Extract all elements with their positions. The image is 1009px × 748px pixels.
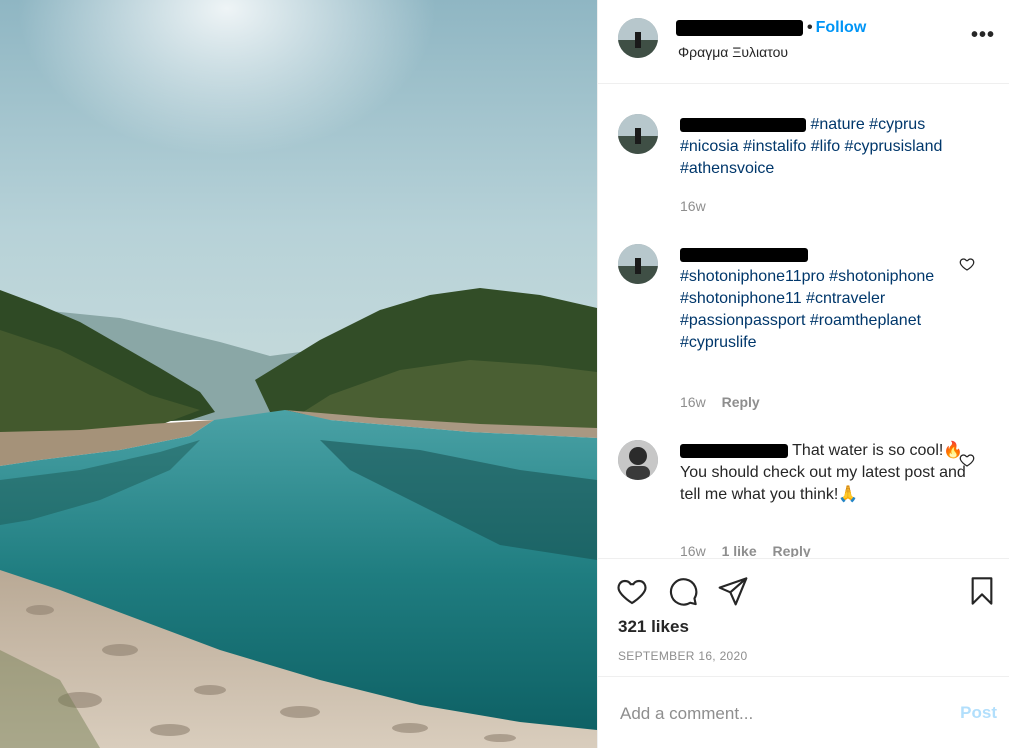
avatar-image	[618, 18, 658, 58]
avatar-image	[618, 244, 658, 284]
like-comment-heart-icon[interactable]	[959, 452, 975, 468]
redacted-username[interactable]	[680, 443, 788, 458]
redacted-username[interactable]	[676, 19, 803, 36]
save-bookmark-icon[interactable]	[966, 575, 998, 607]
comment-time[interactable]: 16w	[680, 394, 706, 410]
avatar-image	[618, 440, 658, 480]
commenter-avatar[interactable]	[618, 440, 658, 480]
avatar-image	[618, 114, 658, 154]
redacted-username[interactable]	[680, 247, 808, 262]
post-location[interactable]: Φραγμα Ξυλιατου	[678, 44, 788, 60]
lake-landscape-image	[0, 0, 597, 748]
commenter-avatar[interactable]	[618, 244, 658, 284]
like-comment-heart-icon[interactable]	[959, 256, 975, 272]
more-options-icon[interactable]: •••	[971, 24, 995, 47]
follow-button[interactable]: Follow	[816, 19, 867, 36]
author-avatar[interactable]	[618, 114, 658, 154]
post-photo[interactable]	[0, 0, 597, 748]
comment-meta: 16w 1 like Reply	[680, 543, 811, 557]
comment-time[interactable]: 16w	[680, 543, 706, 557]
post-comment-button[interactable]: Post	[960, 703, 997, 723]
likes-count[interactable]: 321 likes	[618, 617, 689, 637]
comment-meta: 16w Reply	[680, 394, 760, 410]
post-side-panel: • Follow Φραγμα Ξυλιατου ••• #nature #cyp…	[597, 0, 1009, 748]
share-paper-plane-icon[interactable]	[717, 575, 749, 607]
comments-list[interactable]: #nature #cyprus #nicosia #instalifo #lif…	[598, 85, 1009, 557]
redacted-username[interactable]	[680, 117, 806, 132]
post-header: • Follow Φραγμα Ξυλιατου •••	[598, 0, 1009, 84]
comment-time[interactable]: 16w	[680, 198, 706, 214]
reply-button[interactable]: Reply	[773, 543, 811, 557]
author-avatar[interactable]	[618, 18, 658, 58]
author-row: • Follow	[676, 18, 866, 38]
comment-composer: Post	[598, 676, 1009, 748]
comment-text: #shotoniphone11pro #shotoniphone #shoton…	[680, 244, 970, 354]
comment-bubble-icon[interactable]	[667, 575, 699, 607]
post-date[interactable]: SEPTEMBER 16, 2020	[618, 649, 747, 663]
comment-hashtags[interactable]: #shotoniphone11pro #shotoniphone #shoton…	[680, 268, 934, 351]
caption-meta: 16w	[680, 198, 706, 214]
comment-likes[interactable]: 1 like	[722, 543, 757, 557]
separator-dot: •	[807, 19, 813, 36]
reply-button[interactable]: Reply	[722, 394, 760, 410]
add-comment-input[interactable]	[618, 697, 942, 731]
caption-text: #nature #cyprus #nicosia #instalifo #lif…	[680, 114, 970, 180]
post-actions: 321 likes SEPTEMBER 16, 2020	[598, 558, 1009, 675]
like-heart-icon[interactable]	[616, 575, 648, 607]
comment-text: That water is so cool!🔥 You should check…	[680, 440, 970, 506]
